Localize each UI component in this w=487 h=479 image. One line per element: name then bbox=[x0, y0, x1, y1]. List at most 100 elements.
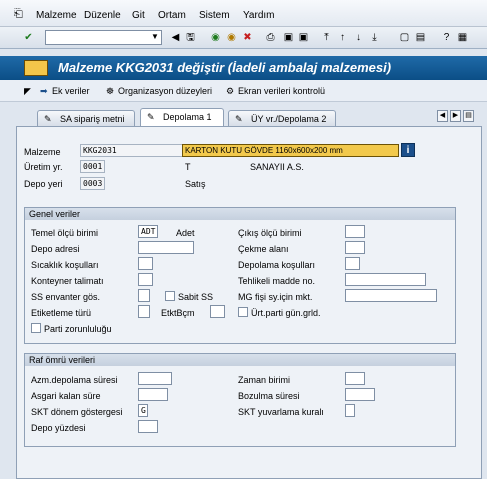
save-icon[interactable]: 🖫 bbox=[184, 31, 197, 44]
menu-ortam[interactable]: Ortam bbox=[158, 10, 186, 21]
malzeme-field[interactable]: KKG2031 bbox=[80, 144, 193, 157]
menu-bar: ⎗ Malzeme Düzenle Git Ortam Sistem Yardı… bbox=[0, 0, 487, 27]
menu-sistem[interactable]: Sistem bbox=[199, 10, 230, 21]
mg-fisi-label: MG fişi sy.için mkt. bbox=[238, 292, 313, 302]
azm-depolama-label: Azm.depolama süresi bbox=[31, 375, 118, 385]
uretim-yeri-field[interactable]: 0001 bbox=[80, 160, 105, 173]
general-data-header: Genel veriler bbox=[25, 208, 455, 220]
etiketleme-field[interactable] bbox=[138, 305, 150, 318]
check-screen-label: Ekran verileri kontrolü bbox=[238, 86, 326, 96]
additional-data-button[interactable]: ➡ Ek veriler bbox=[40, 86, 90, 97]
depo-adresi-field[interactable] bbox=[138, 241, 194, 254]
arrow-right-icon: ➡ bbox=[40, 86, 48, 96]
new-session-icon[interactable]: ▢ bbox=[398, 31, 411, 44]
menu-yardim[interactable]: Yardım bbox=[243, 10, 275, 21]
menu-duzenle[interactable]: Düzenle bbox=[84, 10, 121, 21]
chevron-down-icon[interactable]: ▼ bbox=[150, 31, 160, 43]
back-icon[interactable]: ◉ bbox=[209, 31, 222, 44]
depo-yeri-field[interactable]: 0003 bbox=[80, 177, 105, 190]
etiketleme-label: Etiketleme türü bbox=[31, 308, 92, 318]
find-icon[interactable]: ▣ bbox=[282, 31, 295, 44]
sabit-ss-checkbox[interactable] bbox=[165, 291, 175, 301]
prev-page-icon[interactable]: ↑ bbox=[336, 31, 349, 44]
find-next-icon[interactable]: ▣ bbox=[297, 31, 310, 44]
general-data-group: Genel veriler Temel ölçü birimi ADT Adet… bbox=[24, 207, 456, 344]
tab-list-icon[interactable]: ▤ bbox=[463, 110, 474, 122]
cekme-alani-label: Çekme alanı bbox=[238, 244, 289, 254]
tab-sa-siparis-metni[interactable]: ✎ SA sipariş metni bbox=[37, 110, 135, 126]
exit-icon[interactable]: ◉ bbox=[225, 31, 238, 44]
tab-edit-icon: ✎ bbox=[147, 112, 155, 122]
check-screen-data-button[interactable]: ⚙ Ekran verileri kontrolü bbox=[226, 86, 325, 97]
org-levels-button[interactable]: ☸ Organizasyon düzeyleri bbox=[106, 86, 212, 97]
depo-yeri-label: Depo yeri bbox=[24, 179, 63, 189]
tab-scroll-left-icon[interactable]: ◀ bbox=[437, 110, 448, 122]
tehlikeli-madde-field[interactable] bbox=[345, 273, 426, 286]
command-field[interactable] bbox=[45, 30, 162, 45]
etktbcm-field[interactable] bbox=[210, 305, 225, 318]
title-bar: Malzeme KKG2031 değiştir (İadeli ambalaj… bbox=[0, 56, 487, 80]
asgari-kalan-field[interactable] bbox=[138, 388, 168, 401]
org-levels-icon: ☸ bbox=[106, 86, 115, 96]
next-page-icon[interactable]: ↓ bbox=[352, 31, 365, 44]
back-triangle-icon[interactable]: ◀ bbox=[169, 31, 182, 44]
first-page-icon[interactable]: ⤒ bbox=[320, 31, 333, 44]
layout-menu-icon[interactable]: ▦ bbox=[456, 31, 469, 44]
konteyner-field[interactable] bbox=[138, 273, 153, 286]
cikis-olcu-label: Çıkış ölçü birimi bbox=[238, 228, 302, 238]
konteyner-label: Konteyner talimatı bbox=[31, 276, 104, 286]
tab-label: ÜY vr./Depolama 2 bbox=[251, 114, 327, 124]
tab-label: SA sipariş metni bbox=[60, 114, 125, 124]
etktbcm-label: EtktBçm bbox=[161, 308, 195, 318]
menu-malzeme[interactable]: Malzeme bbox=[36, 10, 77, 21]
material-description-field[interactable]: KARTON KUTU GÖVDE 1160x600x200 mm bbox=[182, 144, 399, 157]
parti-zorunlulugu-checkbox[interactable] bbox=[31, 323, 41, 333]
urt-parti-label: Ürt.parti gün.grld. bbox=[251, 308, 321, 318]
mg-fisi-field[interactable] bbox=[345, 289, 437, 302]
standard-toolbar: ✔ ▼ ◀ 🖫 ◉ ◉ ✖ ⎙ ▣ ▣ ⤒ ↑ ↓ ⤓ ▢ ▤ ? ▦ bbox=[0, 27, 487, 49]
temel-olcu-label: Temel ölçü birimi bbox=[31, 228, 99, 238]
zaman-birimi-field[interactable] bbox=[345, 372, 365, 385]
depo-yeri-name: Satış bbox=[185, 179, 206, 189]
malzeme-label: Malzeme bbox=[24, 147, 61, 157]
shortcut-icon[interactable]: ▤ bbox=[414, 31, 427, 44]
tab-depolama-1[interactable]: ✎ Depolama 1 bbox=[140, 108, 224, 126]
sap-window-icon[interactable]: ⎗ bbox=[14, 8, 23, 21]
skt-yuvarlama-field[interactable] bbox=[345, 404, 355, 417]
tab-uy-depolama-2[interactable]: ✎ ÜY vr./Depolama 2 bbox=[228, 110, 336, 126]
tab-edit-icon: ✎ bbox=[235, 114, 243, 124]
ss-envanter-field[interactable] bbox=[138, 289, 150, 302]
menu-git[interactable]: Git bbox=[132, 10, 145, 21]
cancel-icon[interactable]: ✖ bbox=[241, 31, 254, 44]
sabit-ss-label: Sabit SS bbox=[178, 292, 214, 302]
urt-parti-checkbox[interactable] bbox=[238, 307, 248, 317]
depolama-kosullari-field[interactable] bbox=[345, 257, 360, 270]
skt-donem-field[interactable]: G bbox=[138, 404, 148, 417]
select-views-button[interactable]: ◤ bbox=[24, 86, 31, 97]
tab-label: Depolama 1 bbox=[163, 112, 212, 122]
skt-donem-label: SKT dönem göstergesi bbox=[31, 407, 123, 417]
additional-data-label: Ek veriler bbox=[52, 86, 90, 96]
sicaklik-field[interactable] bbox=[138, 257, 153, 270]
cekme-alani-field[interactable] bbox=[345, 241, 365, 254]
help-icon[interactable]: ? bbox=[440, 31, 453, 44]
enter-check-icon[interactable]: ✔ bbox=[22, 31, 35, 44]
last-page-icon[interactable]: ⤓ bbox=[368, 31, 381, 44]
uretim-yeri-label: Üretim yr. bbox=[24, 162, 63, 172]
tab-scroll-right-icon[interactable]: ▶ bbox=[450, 110, 461, 122]
info-icon[interactable]: i bbox=[401, 143, 415, 157]
shelf-life-group: Raf ömrü verileri Azm.depolama süresi Za… bbox=[24, 353, 456, 447]
zaman-birimi-label: Zaman birimi bbox=[238, 375, 291, 385]
print-icon[interactable]: ⎙ bbox=[264, 31, 277, 44]
org-levels-label: Organizasyon düzeyleri bbox=[118, 86, 213, 96]
azm-depolama-field[interactable] bbox=[138, 372, 172, 385]
bozulma-suresi-field[interactable] bbox=[345, 388, 375, 401]
temel-olcu-text: Adet bbox=[176, 228, 195, 238]
tab-edit-icon: ✎ bbox=[44, 114, 52, 124]
tab-strip: ✎ SA sipariş metni ✎ Depolama 1 ✎ ÜY vr.… bbox=[0, 108, 487, 126]
depo-yuzdesi-field[interactable] bbox=[138, 420, 158, 433]
temel-olcu-field[interactable]: ADT bbox=[138, 225, 158, 238]
page-title: Malzeme KKG2031 değiştir (İadeli ambalaj… bbox=[58, 60, 392, 75]
cikis-olcu-field[interactable] bbox=[345, 225, 365, 238]
asgari-kalan-label: Asgari kalan süre bbox=[31, 391, 101, 401]
